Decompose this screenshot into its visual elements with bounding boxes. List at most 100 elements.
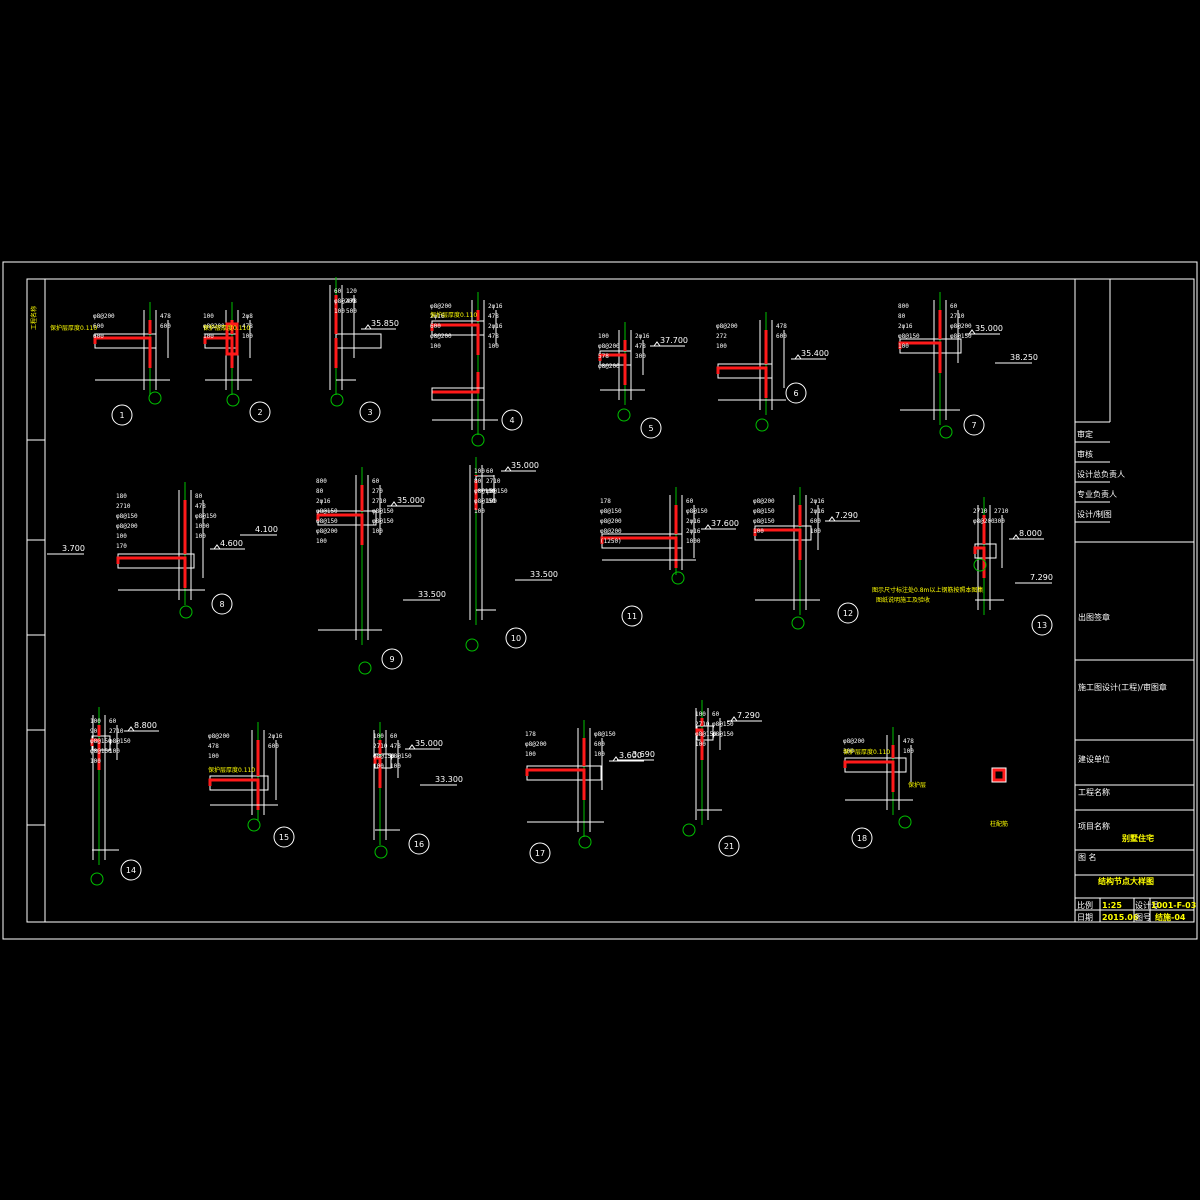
dimension-label: φ8@200: [753, 498, 775, 505]
detail-number: 1: [119, 411, 124, 420]
dimension-label: 800: [316, 478, 327, 485]
elevation-mark-e_13b: 7.290: [1015, 573, 1053, 584]
detail-8: 180 80 2710 478 φ8@150 φ8@150 φ8@200 1000 100 100…: [116, 482, 245, 619]
elevation-text: 7.290: [737, 711, 760, 720]
dimension-label: φ8@200: [430, 333, 452, 340]
cover-note: 保护层厚度0.110: [208, 766, 255, 774]
slab-outline: [431, 387, 485, 401]
dimension-label: 100: [203, 313, 214, 320]
dimension-label: 100: [695, 711, 706, 718]
dimension-label: (1250): [600, 538, 622, 545]
elevation-text: 33.500: [530, 570, 558, 579]
detail-4: φ8@200 2φ162φ16 478600 2φ16φ8@200 478100 100保…: [430, 292, 523, 447]
dimension-label: 600: [93, 333, 104, 340]
detail-number: 8: [219, 600, 224, 609]
column-section-label: 柱配筋: [990, 820, 1008, 828]
dimension-label: φ8@150: [753, 518, 775, 525]
dimension-label: 2φ16: [316, 498, 331, 505]
detail-3: 60 120φ8@200478100 50035.8503: [329, 277, 399, 423]
dimension-label: φ8@200: [430, 303, 452, 310]
axis-marker-circle: [682, 823, 696, 837]
dimension-label: 60: [950, 303, 958, 310]
elevation-text: 3.700: [62, 544, 85, 553]
detail-number: 18: [857, 834, 867, 843]
dimension-label: 2710: [109, 728, 124, 735]
axis-marker-circle: [939, 425, 953, 439]
axis-marker-circle: [617, 408, 631, 422]
detail-number: 6: [793, 389, 798, 398]
dimension-label: φ8@150: [600, 508, 622, 515]
dimension-label: 100: [430, 343, 441, 350]
detail-number: 10: [511, 634, 521, 643]
dimension-label: 478: [346, 298, 357, 305]
title-block: 审定审核设计总负责人专业负责人设计/制图出图签章施工图设计(工程)/审图章建设单…: [1074, 278, 1196, 923]
subproject-label: 项目名称: [1078, 821, 1110, 831]
dimension-label: 100: [373, 733, 384, 740]
slab-outline: [717, 363, 773, 379]
dimension-label: 100: [594, 751, 605, 758]
detail-14: 100 6090 2710φ8@150φ8@150φ8@1501001008.800…: [90, 707, 159, 886]
dimension-label: 100: [474, 508, 485, 515]
axis-marker-circle: [330, 393, 344, 407]
elevation-text: 8.800: [134, 721, 157, 730]
axis-marker-circle: [90, 872, 104, 886]
dimension-label: φ8@150: [712, 721, 734, 728]
detail-18: φ8@200 478300 100保护层厚度0.11018: [843, 727, 914, 849]
detail-number: 5: [648, 424, 653, 433]
elevation-text: 35.000: [415, 739, 443, 748]
elevation-text: 33.500: [418, 590, 446, 599]
detail-number: 14: [126, 866, 136, 875]
detail-number: 17: [535, 849, 545, 858]
elevation-text: 33.300: [435, 775, 463, 784]
dimension-label: 478: [776, 323, 787, 330]
dimension-label: φ8@200: [525, 741, 547, 748]
axis-marker-circle: [791, 616, 805, 630]
dimension-label: φ8@200: [973, 518, 995, 525]
dimension-label: 800: [898, 303, 909, 310]
elevation-text: 35.000: [975, 324, 1003, 333]
detail-7: 800 6080 27102φ16 φ8@200φ8@150 φ8@15010035.0…: [898, 292, 1003, 439]
dimension-label: 600: [594, 741, 605, 748]
dimension-label: 2710: [116, 503, 131, 510]
subproject-value: 别墅住宅: [1121, 833, 1154, 843]
detail-9: 800 60 80 270 2φ16 2710 φ8@150 φ8@150 φ8@150 φ8@1…: [316, 467, 425, 675]
dimension-label: 2φ8: [242, 313, 253, 320]
detail-12-note-2: 图纸说明施工及验收: [876, 596, 930, 604]
detail-1: φ8@200 478600 600600保护层厚度0.1101: [50, 302, 171, 426]
detail-number: 15: [279, 833, 289, 842]
detail-2: 100 2φ8φ8@200 478100 100保护层厚度0.1102: [203, 302, 271, 423]
dimension-label: 100: [372, 528, 383, 535]
inner-frame: [26, 278, 1195, 923]
rebar-main: [525, 768, 586, 800]
dimension-label: 80: [316, 488, 324, 495]
dimension-label: φ8@150: [712, 731, 734, 738]
dimension-label: 100: [488, 343, 499, 350]
dimension-label: 478: [635, 343, 646, 350]
slab-outline: [335, 333, 382, 349]
dimension-label: 2φ16: [686, 518, 701, 525]
dimension-label: 300: [635, 353, 646, 360]
rebar-main: [93, 336, 152, 368]
detail-12: φ8@200 2φ16 φ8@150 2φ16 φ8@150 600 100 100 7.290…: [753, 487, 860, 630]
scale-label: 比例: [1077, 900, 1093, 910]
slab-outline: [899, 338, 962, 354]
dimension-label: 2φ16: [810, 498, 825, 505]
dimension-label: 272: [716, 333, 727, 340]
date-label: 日期: [1077, 913, 1093, 922]
elevation-text: 4.600: [220, 539, 243, 548]
dimension-label: φ8@150: [316, 518, 338, 525]
drawing-title: 结构节点大样图: [1098, 876, 1154, 886]
dimension-label: 2710: [486, 478, 501, 485]
dimension-label: φ8@200: [600, 518, 622, 525]
elevation-text: 7.290: [1030, 573, 1053, 582]
dimension-label: 2φ16: [686, 528, 701, 535]
rebar-main: [843, 760, 895, 792]
detail-number: 12: [843, 609, 853, 618]
dimension-label: 80: [898, 313, 906, 320]
dimension-label: φ8@150: [898, 333, 920, 340]
elevation-text: 8.000: [1019, 529, 1042, 538]
dimension-label: 600: [810, 518, 821, 525]
detail-15: φ8@200 2φ16 478 600 100 保护层厚度0.110 15: [208, 722, 295, 848]
dimension-label: 100: [373, 763, 384, 770]
slab-outline: [94, 333, 157, 349]
